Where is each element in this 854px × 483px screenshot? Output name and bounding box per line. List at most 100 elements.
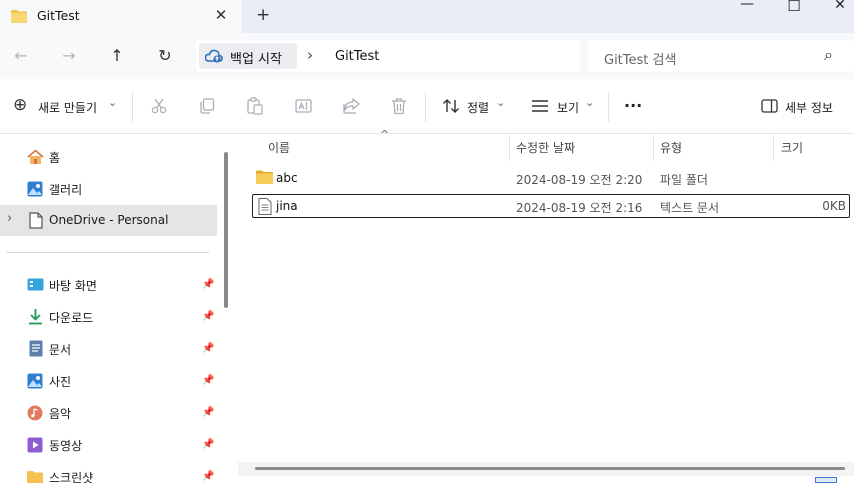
pin-icon[interactable]: 📌 (202, 279, 214, 290)
file-size: 0KB (822, 199, 846, 213)
sidebar-item-onedrive[interactable]: OneDrive - Personal (27, 212, 207, 230)
sidebar-item-label: 바탕 화면 (49, 279, 97, 293)
sidebar-item-home[interactable]: 홈 (27, 148, 207, 166)
sidebar-item-label: 음악 (49, 407, 72, 421)
sidebar-item-label: OneDrive - Personal (49, 213, 169, 227)
pin-icon[interactable]: 📌 (202, 407, 214, 418)
more-options-button[interactable]: ··· (624, 96, 642, 115)
column-header-name[interactable]: 이름 (268, 139, 290, 156)
desktop-icon (27, 278, 44, 291)
sidebar-item-music[interactable]: 음악 📌 (27, 404, 217, 422)
sidebar-item-downloads[interactable]: 다운로드 📌 (27, 308, 217, 326)
toolbar-divider (608, 92, 609, 122)
sort-icon (443, 99, 459, 113)
sidebar-scrollbar[interactable] (224, 152, 228, 308)
column-header-size[interactable]: 크기 (781, 139, 803, 156)
close-window-button[interactable]: ✕ (830, 0, 850, 17)
onedrive-icon (29, 212, 43, 229)
horizontal-scrollbar-thumb[interactable] (255, 467, 845, 470)
sidebar-item-label: 홈 (49, 151, 61, 165)
videos-icon (27, 437, 43, 453)
copy-icon[interactable] (199, 98, 215, 114)
sidebar-item-label: 사진 (49, 375, 72, 389)
view-button[interactable]: 보기 (557, 99, 579, 116)
pin-icon[interactable]: 📌 (202, 439, 214, 450)
tab-title: GitTest (37, 8, 80, 23)
table-row-selected[interactable]: jina 2024-08-19 오전 2:16 텍스트 문서 0KB (252, 194, 850, 218)
gallery-icon (27, 181, 43, 197)
music-icon (27, 405, 43, 421)
chevron-down-icon: ⌄ (496, 96, 506, 109)
new-button[interactable]: 새로 만들기 (38, 99, 97, 116)
breadcrumb-item-gittest[interactable]: GitTest (335, 49, 379, 64)
sidebar-item-videos[interactable]: 동영상 📌 (27, 436, 217, 454)
forward-button[interactable]: → (58, 46, 80, 68)
details-button[interactable]: 세부 정보 (785, 99, 833, 116)
pin-icon[interactable]: 📌 (202, 343, 214, 354)
new-tab-button[interactable]: + (256, 5, 270, 25)
back-button[interactable]: ← (10, 46, 32, 68)
pictures-icon (27, 373, 43, 389)
up-button[interactable]: ↑ (106, 46, 128, 68)
sidebar-item-gallery[interactable]: 갤러리 (27, 180, 207, 198)
file-modified: 2024-08-19 오전 2:16 (516, 201, 643, 215)
search-icon[interactable]: ⌕ (824, 45, 833, 65)
pin-icon[interactable]: 📌 (202, 375, 214, 386)
share-icon[interactable] (343, 98, 360, 114)
breadcrumb-separator: › (307, 46, 313, 64)
sort-button[interactable]: 정렬 (467, 99, 489, 116)
sidebar-item-pictures[interactable]: 사진 📌 (27, 372, 217, 390)
sidebar-item-desktop[interactable]: 바탕 화면 📌 (27, 276, 217, 294)
column-header-modified[interactable]: 수정한 날짜 (516, 139, 575, 156)
tab-close-button[interactable]: ✕ (214, 6, 228, 24)
maximize-button[interactable]: ☐ (784, 0, 804, 17)
file-name: jina (276, 199, 298, 213)
view-icon (532, 100, 548, 112)
cloud-backup-icon (205, 49, 223, 63)
expand-chevron-icon[interactable]: › (7, 211, 12, 226)
breadcrumb-item-backup[interactable]: 백업 시작 (230, 48, 282, 67)
command-bar (0, 79, 854, 134)
sidebar-item-label: 갤러리 (49, 183, 83, 197)
sidebar-item-documents[interactable]: 문서 📌 (27, 340, 217, 358)
screenshots-icon (27, 471, 43, 483)
chevron-down-icon: ⌄ (108, 96, 118, 109)
folder-icon (11, 10, 27, 23)
table-row[interactable]: abc 2024-08-19 오전 2:20 파일 폴더 (252, 166, 850, 190)
file-type: 텍스트 문서 (660, 201, 720, 215)
documents-icon (29, 340, 43, 357)
details-pane-icon (761, 99, 778, 113)
minimize-button[interactable]: — (737, 0, 757, 16)
sidebar-item-label: 다운로드 (49, 311, 94, 325)
search-placeholder: GitTest 검색 (604, 53, 677, 68)
sidebar-item-screenshots[interactable]: 스크린샷 📌 (27, 468, 217, 483)
pin-icon[interactable]: 📌 (202, 311, 214, 322)
home-icon (27, 149, 44, 164)
plus-icon: ⊕ (13, 95, 28, 115)
file-type: 파일 폴더 (660, 173, 708, 187)
column-divider[interactable] (509, 135, 510, 161)
sidebar-item-label: 스크린샷 (49, 471, 94, 483)
pin-icon[interactable]: 📌 (202, 471, 214, 482)
column-divider[interactable] (653, 135, 654, 161)
file-modified: 2024-08-19 오전 2:20 (516, 173, 643, 187)
sidebar-item-label: 동영상 (49, 439, 83, 453)
download-icon (29, 309, 42, 325)
folder-icon (256, 170, 273, 184)
sort-ascending-icon: ^ (380, 128, 390, 141)
refresh-button[interactable]: ↻ (154, 46, 176, 68)
delete-icon[interactable] (391, 97, 407, 115)
rename-icon[interactable] (295, 98, 312, 114)
toolbar-divider (132, 92, 133, 122)
text-file-icon (258, 198, 272, 215)
view-toggle-button[interactable] (815, 477, 837, 483)
sidebar-divider (6, 252, 209, 253)
file-name: abc (276, 171, 298, 185)
column-header-type[interactable]: 유형 (660, 139, 682, 156)
toolbar-divider (425, 92, 426, 122)
paste-icon[interactable] (247, 97, 263, 115)
cut-icon[interactable] (151, 98, 167, 114)
column-divider[interactable] (773, 135, 774, 161)
chevron-down-icon: ⌄ (585, 96, 595, 109)
sidebar-item-label: 문서 (49, 343, 72, 357)
